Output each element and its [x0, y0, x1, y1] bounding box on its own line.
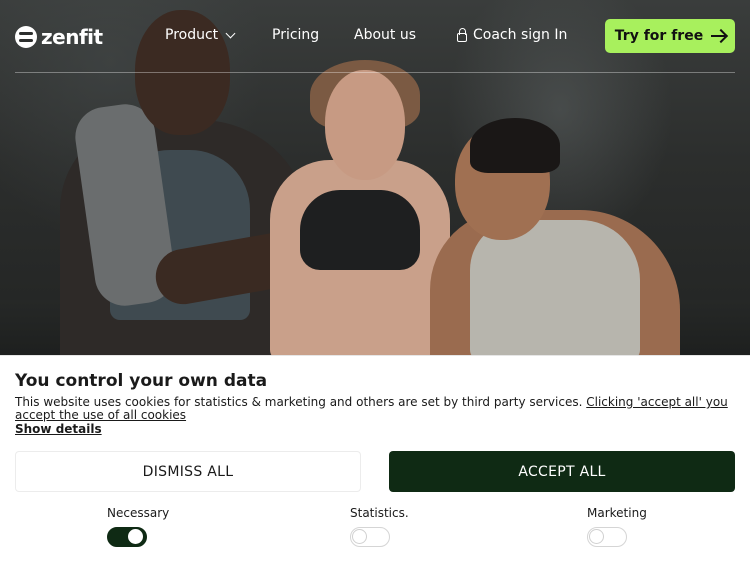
nav-item-product[interactable]: Product [165, 27, 236, 43]
logo-text: zenfit [41, 25, 103, 49]
top-navigation: zenfit Product Pricing About us Coach si… [0, 0, 750, 72]
cookie-description: This website uses cookies for statistics… [15, 396, 740, 422]
arrow-right-icon [711, 35, 726, 37]
logo[interactable]: zenfit [15, 25, 103, 49]
toggle-knob [589, 529, 604, 544]
nav-item-coach-sign-in[interactable]: Coach sign In [457, 27, 567, 43]
statistics-label: Statistics. [350, 506, 409, 520]
person-right-shirt [470, 220, 640, 355]
marketing-label: Marketing [587, 506, 647, 520]
necessary-toggle[interactable] [107, 527, 147, 547]
accept-all-button[interactable]: ACCEPT ALL [389, 451, 735, 492]
person-middle-head [325, 70, 405, 180]
marketing-toggle[interactable] [587, 527, 627, 547]
try-for-free-button[interactable]: Try for free [605, 19, 735, 53]
nav-item-pricing[interactable]: Pricing [272, 27, 319, 43]
dismiss-all-label: DISMISS ALL [142, 463, 234, 480]
nav-item-coach-label: Coach sign In [473, 27, 568, 43]
nav-item-product-label: Product [165, 27, 219, 43]
statistics-toggle[interactable] [350, 527, 390, 547]
person-middle-top [300, 190, 420, 270]
accept-all-label: ACCEPT ALL [518, 463, 606, 480]
cookie-title: You control your own data [15, 371, 268, 391]
person-right-hair [470, 118, 560, 173]
dismiss-all-button[interactable]: DISMISS ALL [15, 451, 361, 492]
chevron-down-icon [225, 28, 236, 38]
cookie-banner: You control your own data This website u… [0, 355, 750, 563]
lock-icon [457, 27, 467, 42]
logo-mark-icon [15, 26, 37, 48]
nav-item-pricing-label: Pricing [272, 27, 320, 43]
necessary-label: Necessary [107, 506, 170, 520]
nav-item-about-us[interactable]: About us [354, 27, 416, 43]
toggle-knob [352, 529, 367, 544]
show-details-link[interactable]: Show details [15, 422, 102, 436]
try-for-free-label: Try for free [614, 28, 704, 44]
cookie-description-text: This website uses cookies for statistics… [15, 395, 583, 409]
nav-item-about-label: About us [354, 27, 417, 43]
toggle-knob [128, 529, 143, 544]
nav-divider [15, 72, 735, 73]
